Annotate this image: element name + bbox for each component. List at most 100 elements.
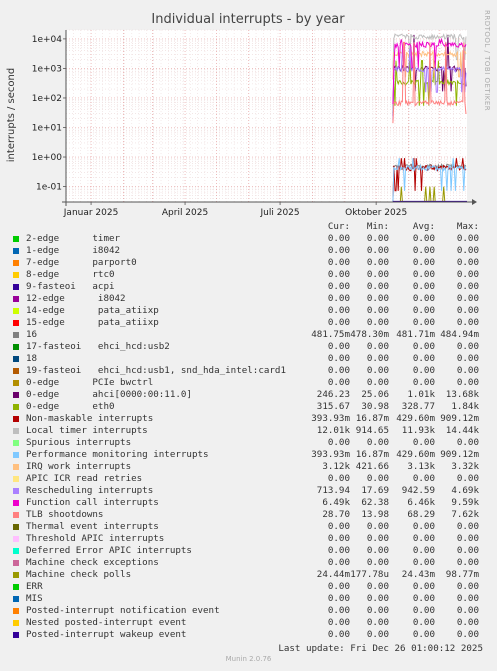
legend-avg-value: 0.00 <box>412 581 435 592</box>
legend-label: 15-edge pata_atiixp <box>26 317 159 328</box>
legend-swatch <box>13 596 19 602</box>
legend-cur-value: 0.00 <box>327 605 350 616</box>
legend-swatch <box>13 236 19 242</box>
legend-max-value: 0.00 <box>456 293 479 304</box>
legend-cur-value: 0.00 <box>327 473 350 484</box>
legend-max-value: 13.68k <box>445 389 479 400</box>
legend-cur-value: 393.93m <box>311 449 350 460</box>
legend-swatch <box>13 248 19 254</box>
legend-cur-value: 713.94 <box>316 485 350 496</box>
legend-label: 18 <box>26 353 38 364</box>
legend-label: 17-fasteoi ehci_hcd:usb2 <box>26 341 170 352</box>
legend-avg-value: 24.43m <box>401 569 435 580</box>
legend-cur-value: 0.00 <box>327 629 350 640</box>
legend-avg-value: 429.60m <box>396 413 435 424</box>
legend-max-value: 7.62k <box>451 509 479 520</box>
legend-row: Spurious interrupts 0.00 0.00 0.00 0.00 <box>12 437 492 449</box>
legend-avg-value: 0.00 <box>412 269 435 280</box>
legend-max-value: 98.77m <box>445 569 479 580</box>
legend-label: 16 <box>26 329 38 340</box>
legend-cur-value: 0.00 <box>327 521 350 532</box>
legend-avg-value: 0.00 <box>412 605 435 616</box>
legend-swatch <box>13 452 19 458</box>
legend-cur-value: 0.00 <box>327 233 350 244</box>
legend-max-value: 0.00 <box>456 233 479 244</box>
legend-cur-value: 0.00 <box>327 377 350 388</box>
legend-max-value: 0.00 <box>456 341 479 352</box>
legend-avg-value: 0.00 <box>412 281 435 292</box>
legend-label: Rescheduling interrupts <box>26 485 154 496</box>
legend-avg-value: 0.00 <box>412 521 435 532</box>
legend-swatch <box>13 320 19 326</box>
legend-min-value: 0.00 <box>366 605 389 616</box>
legend-max-value: 3.32k <box>451 461 479 472</box>
legend-min-value: 0.00 <box>366 305 389 316</box>
chart: Individual interrupts - by year interrup… <box>0 0 497 221</box>
legend-avg-value: 0.00 <box>412 317 435 328</box>
legend-cur-value: 0.00 <box>327 353 350 364</box>
legend-min-value: 0.00 <box>366 281 389 292</box>
legend-min-value: 0.00 <box>366 317 389 328</box>
legend-avg-value: 0.00 <box>412 305 435 316</box>
legend-swatch <box>13 260 19 266</box>
legend-cur-value: 0.00 <box>327 581 350 592</box>
legend-swatch <box>13 428 19 434</box>
legend-label: ERR <box>26 581 43 592</box>
legend-max-value: 0.00 <box>456 521 479 532</box>
legend-avg-value: 0.00 <box>412 233 435 244</box>
legend-min-value: 421.66 <box>355 461 389 472</box>
last-update: Last update: Fri Dec 26 01:00:12 2025 <box>278 643 483 654</box>
legend-min-value: 0.00 <box>366 521 389 532</box>
legend-avg-value: 0.00 <box>412 437 435 448</box>
legend-avg-value: 0.00 <box>412 617 435 628</box>
legend-row: Nested posted-interrupt event 0.00 0.00 0.0… <box>12 617 492 629</box>
legend-cur-value: 315.67 <box>316 401 350 412</box>
legend-row: 15-edge pata_atiixp 0.00 0.00 0.00 0.00 <box>12 317 492 329</box>
legend-max-value: 9.59k <box>451 497 479 508</box>
legend-avg-value: 0.00 <box>412 341 435 352</box>
legend-label: 12-edge i8042 <box>26 293 126 304</box>
legend-row: 8-edge rtc0 0.00 0.00 0.00 0.00 <box>12 269 492 281</box>
legend-row: 14-edge pata_atiixp 0.00 0.00 0.00 0.00 <box>12 305 492 317</box>
legend-min-value: 17.69 <box>361 485 389 496</box>
legend-max-value: 0.00 <box>456 269 479 280</box>
legend-row: MIS 0.00 0.00 0.00 0.00 <box>12 593 492 605</box>
header-avg: Avg: <box>412 221 435 232</box>
legend-max-value: 0.00 <box>456 281 479 292</box>
legend-cur-value: 0.00 <box>327 281 350 292</box>
legend-min-value: 0.00 <box>366 593 389 604</box>
legend-cur-value: 0.00 <box>327 365 350 376</box>
legend-cur-value: 0.00 <box>327 257 350 268</box>
legend-label: 0-edge ahci[0000:00:11.0] <box>26 389 192 400</box>
legend-swatch <box>13 296 19 302</box>
legend-row: Threshold APIC interrupts 0.00 0.00 0.00 0.0… <box>12 533 492 545</box>
legend-max-value: 0.00 <box>456 629 479 640</box>
legend-max-value: 0.00 <box>456 533 479 544</box>
rrdtool-credit: RRDTOOL / TOBI OETIKER <box>483 10 491 111</box>
y-axis-label: interrupts / second <box>6 68 17 162</box>
legend-row: 0-edge ahci[0000:00:11.0] 246.23 25.06 1.01… <box>12 389 492 401</box>
legend-label: 0-edge PCIe bwctrl <box>26 377 154 388</box>
footer-version: Munin 2.0.76 <box>225 655 272 663</box>
legend-cur-value: 28.70 <box>322 509 350 520</box>
legend-min-value: 0.00 <box>366 269 389 280</box>
legend-min-value: 0.00 <box>366 437 389 448</box>
legend-cur-value: 246.23 <box>316 389 350 400</box>
legend-cur-value: 12.01k <box>316 425 350 436</box>
legend-avg-value: 0.00 <box>412 293 435 304</box>
x-tick-label: Oktober 2025 <box>345 208 407 218</box>
legend-swatch <box>13 548 19 554</box>
legend-min-value: 0.00 <box>366 233 389 244</box>
legend-swatch <box>13 416 19 422</box>
legend-swatch <box>13 404 19 410</box>
legend-cur-value: 0.00 <box>327 617 350 628</box>
legend-swatch <box>13 392 19 398</box>
legend-row: TLB shootdowns 28.70 13.98 68.29 7.62k <box>12 509 492 521</box>
legend-max-value: 0.00 <box>456 353 479 364</box>
legend-row: IRQ work interrupts 3.12k 421.66 3.13k 3.32k <box>12 461 492 473</box>
legend-min-value: 0.00 <box>366 545 389 556</box>
legend-min-value: 30.98 <box>361 401 389 412</box>
legend-cur-value: 24.44m <box>316 569 350 580</box>
legend-row: 9-fasteoi acpi 0.00 0.00 0.00 0.00 <box>12 281 492 293</box>
legend-max-value: 0.00 <box>456 437 479 448</box>
